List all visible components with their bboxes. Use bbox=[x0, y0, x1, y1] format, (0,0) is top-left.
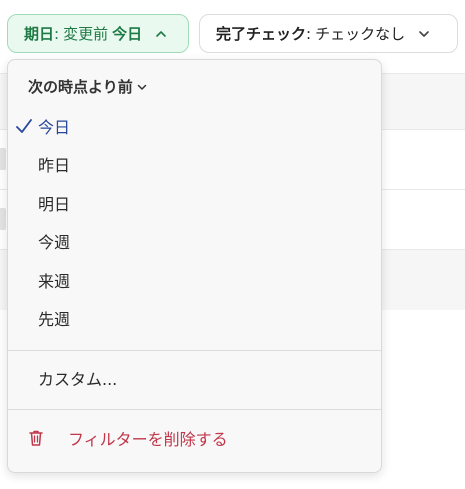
menu-option-today[interactable]: 今日 bbox=[8, 107, 381, 145]
menu-option-next-week[interactable]: 来週 bbox=[8, 261, 381, 299]
menu-divider bbox=[8, 350, 381, 351]
menu-option-label: 昨日 bbox=[38, 156, 71, 175]
due-filter-field: 期日 bbox=[24, 25, 55, 43]
done-filter-colon: : bbox=[306, 24, 312, 43]
completion-filter-chip[interactable]: 完了チェック : チェックなし bbox=[199, 14, 458, 53]
date-filter-dropdown: 次の時点より前 今日 昨日 明日 今週 来週 先週 カスタム... フィルターを… bbox=[7, 59, 382, 473]
checkmark-icon bbox=[16, 119, 32, 133]
menu-option-tomorrow[interactable]: 明日 bbox=[8, 184, 381, 222]
table-cell-fragment bbox=[0, 208, 6, 230]
menu-option-yesterday[interactable]: 昨日 bbox=[8, 145, 381, 183]
menu-option-custom[interactable]: カスタム... bbox=[8, 359, 381, 397]
delete-filter-button[interactable]: フィルターを削除する bbox=[8, 419, 381, 457]
menu-option-label: カスタム... bbox=[38, 370, 118, 389]
due-filter-colon: : bbox=[54, 24, 60, 43]
menu-option-label: 明日 bbox=[38, 195, 71, 214]
done-filter-field: 完了チェック bbox=[216, 25, 307, 43]
menu-option-this-week[interactable]: 今週 bbox=[8, 222, 381, 260]
menu-option-last-week[interactable]: 先週 bbox=[8, 299, 381, 337]
table-cell-fragment bbox=[0, 148, 6, 170]
delete-filter-label: フィルターを削除する bbox=[68, 430, 228, 449]
operator-selector-label: 次の時点より前 bbox=[28, 78, 133, 96]
chevron-down-icon bbox=[419, 30, 429, 37]
chevron-down-icon bbox=[137, 84, 146, 90]
due-filter-value: 今日 bbox=[112, 25, 143, 43]
menu-option-label: 来週 bbox=[38, 272, 71, 291]
page: 期日 : 変更前 今日 完了チェック : チェックなし 次の時点より前 今日 昨… bbox=[0, 0, 465, 489]
menu-option-label: 今日 bbox=[38, 118, 71, 137]
due-date-filter-chip[interactable]: 期日 : 変更前 今日 bbox=[7, 14, 189, 53]
menu-option-label: 今週 bbox=[38, 233, 71, 252]
menu-option-label: 先週 bbox=[38, 310, 71, 329]
trash-icon bbox=[29, 430, 43, 446]
operator-selector[interactable]: 次の時点より前 bbox=[28, 76, 148, 97]
done-filter-value: チェックなし bbox=[315, 25, 406, 43]
chevron-up-icon bbox=[156, 30, 166, 37]
due-filter-operator: 変更前 bbox=[63, 25, 109, 43]
menu-divider bbox=[8, 409, 381, 410]
